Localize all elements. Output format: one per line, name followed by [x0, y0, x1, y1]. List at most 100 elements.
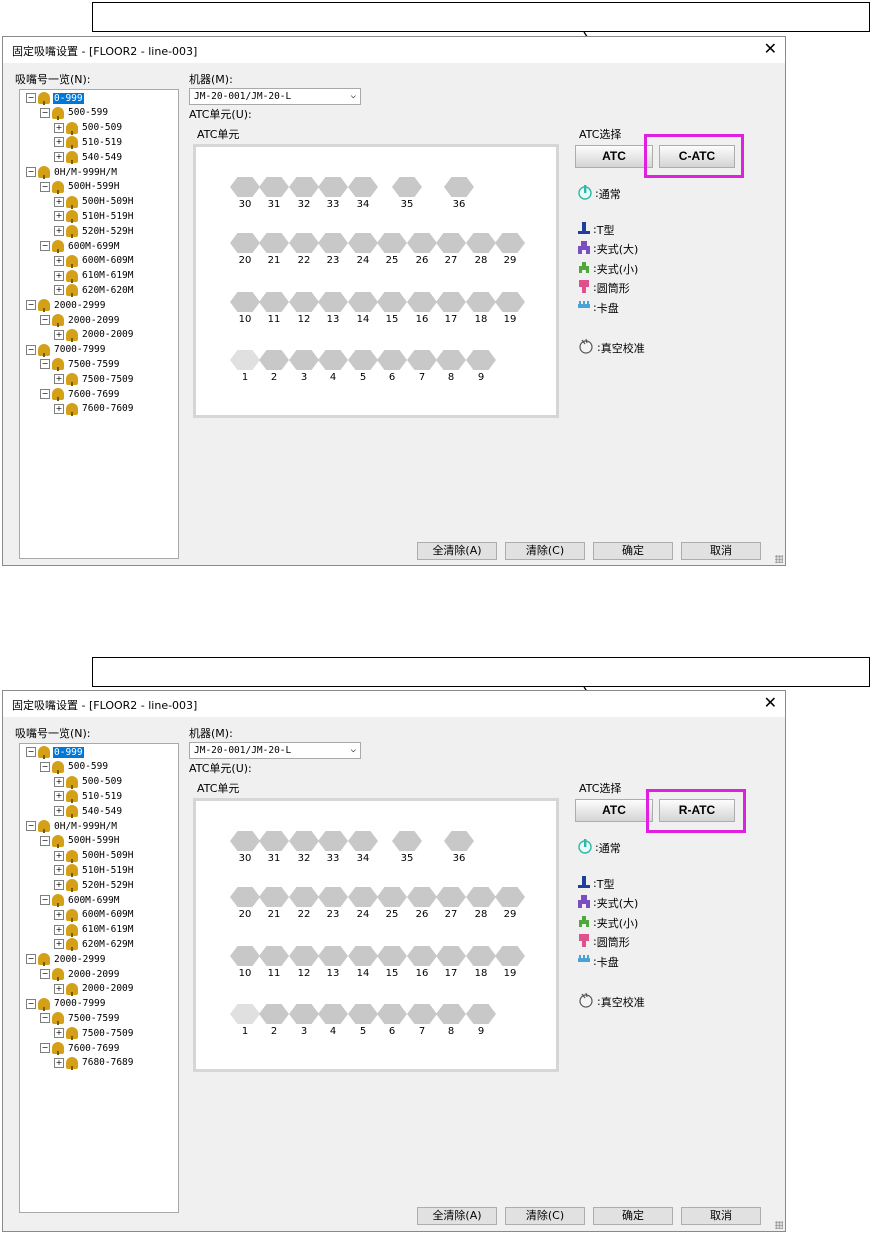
tree-item[interactable]: +500H-509H	[54, 849, 134, 863]
collapse-icon[interactable]: −	[26, 954, 36, 965]
atc-slot[interactable]	[407, 887, 437, 907]
tree-item[interactable]: +510H-519H	[54, 209, 134, 224]
atc-slot[interactable]	[289, 1004, 319, 1024]
atc-slot[interactable]	[230, 831, 260, 851]
collapse-icon[interactable]: −	[26, 167, 36, 177]
atc-slot[interactable]	[318, 946, 348, 966]
atc-slot[interactable]	[466, 233, 496, 253]
atc-slot[interactable]	[495, 946, 525, 966]
tree-item[interactable]: +610M-619M	[54, 269, 134, 283]
expand-icon[interactable]: +	[54, 850, 64, 861]
atc-slot[interactable]	[466, 350, 496, 370]
collapse-icon[interactable]: −	[26, 93, 36, 103]
atc-slot[interactable]	[318, 1004, 348, 1024]
atc-slot[interactable]	[444, 177, 474, 197]
collapse-icon[interactable]: −	[40, 241, 50, 251]
expand-icon[interactable]: +	[54, 806, 64, 817]
nozzle-tree[interactable]: −0-999−500-599 +500-509 +510-519 +540-549−0…	[19, 89, 179, 559]
atc-slot[interactable]	[318, 831, 348, 851]
atc-slot[interactable]	[377, 233, 407, 253]
tree-item[interactable]: +540-549	[54, 804, 123, 819]
atc-slot[interactable]	[348, 292, 378, 312]
resize-grip-icon[interactable]	[775, 555, 783, 563]
tree-item[interactable]: − 2000-2099	[40, 967, 120, 981]
tree-item[interactable]: +500-509	[54, 121, 123, 135]
tree-item[interactable]: +520H-529H	[54, 878, 134, 893]
atc-button[interactable]: ATC	[575, 799, 653, 822]
collapse-icon[interactable]: −	[26, 998, 36, 1009]
atc-slot[interactable]	[289, 831, 319, 851]
atc-slot[interactable]	[377, 1004, 407, 1024]
atc-slot[interactable]	[466, 292, 496, 312]
tree-item[interactable]: +510-519	[54, 135, 123, 150]
expand-icon[interactable]: +	[54, 211, 64, 222]
resize-grip-icon[interactable]	[775, 1221, 783, 1229]
atc-slot[interactable]	[495, 233, 525, 253]
collapse-icon[interactable]: −	[40, 761, 50, 772]
atc-slot[interactable]	[348, 831, 378, 851]
expand-icon[interactable]: +	[54, 137, 64, 148]
collapse-icon[interactable]: −	[40, 969, 50, 979]
expand-icon[interactable]: +	[54, 909, 64, 920]
atc-slot[interactable]	[392, 831, 422, 851]
expand-icon[interactable]: +	[54, 791, 64, 802]
collapse-icon[interactable]: −	[40, 895, 50, 905]
atc-slot[interactable]	[407, 1004, 437, 1024]
atc-button[interactable]: ATC	[575, 145, 653, 168]
expand-icon[interactable]: +	[54, 374, 64, 385]
tree-item[interactable]: − 7000-7999	[26, 343, 106, 357]
clear-all-button[interactable]: 全清除(A)	[417, 1207, 497, 1225]
atc-slot[interactable]	[407, 292, 437, 312]
expand-icon[interactable]: +	[54, 122, 64, 133]
expand-icon[interactable]: +	[54, 924, 64, 935]
tree-item[interactable]: +2000-2009	[54, 328, 134, 342]
atc-slot[interactable]	[259, 1004, 289, 1024]
atc-slot[interactable]	[377, 946, 407, 966]
tree-item[interactable]: − 7500-7599	[40, 1011, 120, 1026]
expand-icon[interactable]: +	[54, 152, 64, 163]
tree-item[interactable]: − 500H-599H	[40, 834, 120, 848]
atc-slot[interactable]	[495, 887, 525, 907]
atc-slot[interactable]	[289, 887, 319, 907]
tree-item[interactable]: +7600-7609	[54, 402, 134, 416]
tree-item[interactable]: − 2000-2099	[40, 313, 120, 327]
tree-item[interactable]: +7500-7509	[54, 1026, 134, 1041]
tree-item[interactable]: +7680-7689	[54, 1056, 134, 1070]
atc-slot[interactable]	[230, 177, 260, 197]
expand-icon[interactable]: +	[54, 226, 64, 237]
atc-slot[interactable]	[289, 233, 319, 253]
atc-slot[interactable]	[436, 350, 466, 370]
collapse-icon[interactable]: −	[40, 389, 50, 399]
expand-icon[interactable]: +	[54, 329, 64, 340]
cancel-button[interactable]: 取消	[681, 1207, 761, 1225]
clear-button[interactable]: 清除(C)	[505, 1207, 585, 1225]
atc-slot[interactable]	[318, 233, 348, 253]
tree-item[interactable]: +510-519	[54, 789, 123, 804]
expand-icon[interactable]: +	[54, 939, 64, 950]
tree-item[interactable]: − 7600-7699	[40, 1041, 120, 1055]
expand-icon[interactable]: +	[54, 285, 64, 296]
atc-slot[interactable]	[259, 177, 289, 197]
collapse-icon[interactable]: −	[26, 821, 36, 831]
atc-slot[interactable]	[466, 1004, 496, 1024]
atc-slot[interactable]	[377, 350, 407, 370]
atc-slot[interactable]	[466, 946, 496, 966]
close-icon[interactable]: ✕	[764, 693, 777, 712]
tree-item[interactable]: − 7500-7599	[40, 357, 120, 372]
tree-item[interactable]: − 0-999	[26, 745, 84, 759]
atc-slot[interactable]	[348, 1004, 378, 1024]
collapse-icon[interactable]: −	[26, 747, 36, 757]
collapse-icon[interactable]: −	[40, 1043, 50, 1053]
expand-icon[interactable]: +	[54, 270, 64, 281]
atc-slot[interactable]	[230, 350, 260, 370]
atc-slot[interactable]	[289, 946, 319, 966]
expand-icon[interactable]: +	[54, 196, 64, 207]
tree-item[interactable]: +620M-620M	[54, 283, 134, 298]
atc-slot[interactable]	[444, 831, 474, 851]
close-icon[interactable]: ✕	[764, 39, 777, 58]
tree-item[interactable]: +620M-629M	[54, 937, 134, 952]
tree-item[interactable]: +500H-509H	[54, 195, 134, 209]
atc-slot[interactable]	[377, 292, 407, 312]
atc-slot[interactable]	[318, 887, 348, 907]
atc-slot[interactable]	[407, 350, 437, 370]
